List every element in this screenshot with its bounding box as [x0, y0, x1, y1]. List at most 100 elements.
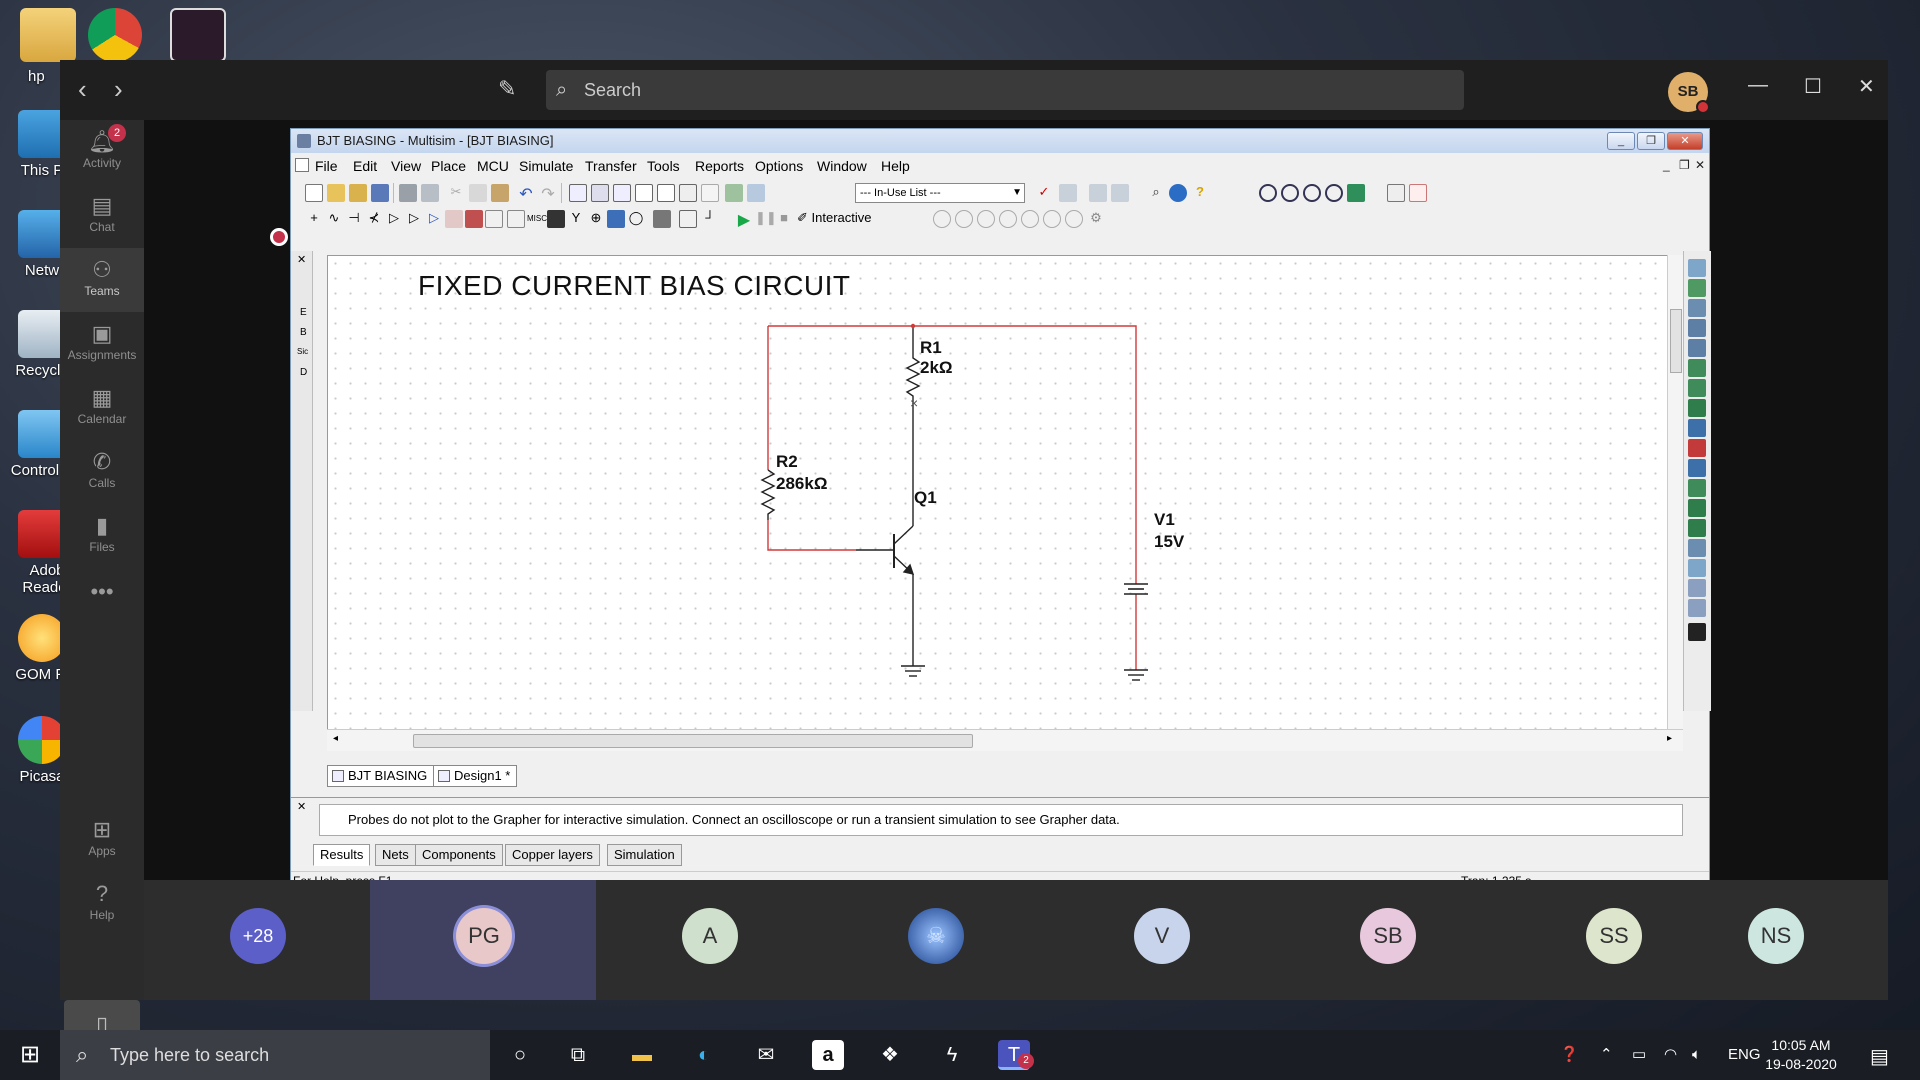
component-wizard-icon[interactable]	[747, 184, 765, 202]
logic-analyzer-icon[interactable]	[1688, 419, 1706, 437]
menu-tools[interactable]: Tools	[647, 158, 680, 174]
menu-mcu[interactable]: MCU	[477, 158, 509, 174]
layout-icon-2[interactable]	[1409, 184, 1427, 202]
ttl-icon[interactable]: ▷	[405, 210, 423, 228]
interactive-mode-button[interactable]: ✐ Interactive	[797, 210, 872, 226]
edge-icon[interactable]: ◐	[688, 1040, 720, 1070]
agilent-oscilloscope-icon[interactable]	[1688, 579, 1706, 597]
settings-gear-icon[interactable]: ⚙	[1087, 210, 1105, 228]
folder-icon[interactable]	[20, 8, 76, 62]
wifi-icon[interactable]: ◠	[1664, 1030, 1677, 1080]
analog-icon[interactable]: ▷	[385, 210, 403, 228]
bus-icon[interactable]	[679, 210, 697, 228]
user-avatar[interactable]: SB	[1668, 72, 1710, 114]
cmos-icon[interactable]: ▷	[425, 210, 443, 228]
menu-place[interactable]: Place	[431, 158, 466, 174]
tab-nets[interactable]: Nets	[375, 844, 416, 866]
stop-simulation-icon[interactable]: ■	[775, 210, 793, 228]
electromechanical-icon[interactable]: ⊕	[587, 210, 605, 228]
basic-icon[interactable]: ∿	[325, 210, 343, 228]
notifications-icon[interactable]: ▤	[1870, 1044, 1889, 1069]
menu-transfer[interactable]: Transfer	[585, 158, 637, 174]
menu-reports[interactable]: Reports	[695, 158, 744, 174]
power-component-icon[interactable]	[507, 210, 525, 228]
oscilloscope-icon[interactable]	[1688, 319, 1706, 337]
teams-taskbar-icon[interactable]: T 2	[998, 1040, 1034, 1070]
instrument-icon-5[interactable]	[1021, 210, 1039, 228]
menu-view[interactable]: View	[391, 158, 421, 174]
education-icon[interactable]	[1169, 184, 1187, 202]
network-analyzer-icon[interactable]	[1688, 519, 1706, 537]
rail-item-calls[interactable]: ✆ Calls	[60, 440, 144, 504]
function-generator-icon[interactable]	[1688, 279, 1706, 297]
zoom-out-icon[interactable]	[1281, 184, 1299, 202]
redo-icon[interactable]: ↷	[539, 184, 557, 203]
menu-help[interactable]: Help	[881, 158, 910, 174]
print-icon[interactable]	[399, 184, 417, 202]
help-tray-icon[interactable]: ❓	[1560, 1030, 1579, 1080]
paste-icon[interactable]	[491, 184, 509, 202]
transfer-icon-2[interactable]	[1089, 184, 1107, 202]
participant-tile[interactable]: ☠	[822, 880, 1048, 1000]
print-preview-icon[interactable]	[421, 184, 439, 202]
transfer-icon-1[interactable]	[1059, 184, 1077, 202]
postprocessor-icon[interactable]	[701, 184, 719, 202]
mcu-icon[interactable]	[607, 210, 625, 228]
grapher-icon[interactable]	[657, 184, 675, 202]
rail-item-assignments[interactable]: ▣ Assignments	[60, 312, 144, 376]
misc-icon[interactable]: MISC	[527, 210, 547, 228]
participant-tile[interactable]: SB	[1274, 880, 1500, 1000]
rail-item-apps[interactable]: ⊞ Apps	[60, 808, 144, 872]
compose-icon[interactable]: ✎	[498, 76, 516, 102]
rail-item-chat[interactable]: ▤ Chat	[60, 184, 144, 248]
in-use-list-dropdown[interactable]: --- In-Use List --- ▼	[855, 183, 1025, 203]
rail-item-calendar[interactable]: ▦ Calendar	[60, 376, 144, 440]
participant-tile[interactable]: PG	[370, 880, 596, 1000]
open-samples-icon[interactable]	[349, 184, 367, 202]
logic-converter-icon[interactable]	[1688, 439, 1706, 457]
taskbar-search-input[interactable]: ⌕ Type here to search	[60, 1030, 490, 1080]
undo-icon[interactable]: ↶	[517, 184, 535, 203]
instrument-icon-1[interactable]	[933, 210, 951, 228]
advanced-peripherals-icon[interactable]	[547, 210, 565, 228]
instrument-icon-7[interactable]	[1065, 210, 1083, 228]
tab-bjt-biasing[interactable]: BJT BIASING	[327, 765, 435, 787]
labview-instrument-icon[interactable]	[1688, 623, 1706, 641]
tektronix-oscilloscope-icon[interactable]	[1688, 599, 1706, 617]
rail-item-teams[interactable]: ⚇ Teams	[60, 248, 144, 312]
battery-icon[interactable]: ▭	[1632, 1030, 1646, 1080]
tab-components[interactable]: Components	[415, 844, 503, 866]
minimize-icon[interactable]: _	[1607, 132, 1635, 150]
copy-icon[interactable]	[469, 184, 487, 202]
windows-start-icon[interactable]: ⊞	[0, 1030, 60, 1080]
vertical-scroll-thumb[interactable]	[1670, 309, 1682, 373]
transfer-icon-3[interactable]	[1111, 184, 1129, 202]
mdi-minimize-icon[interactable]: _	[1663, 158, 1670, 172]
four-channel-oscilloscope-icon[interactable]	[1688, 339, 1706, 357]
participant-tile[interactable]: V	[1048, 880, 1274, 1000]
scroll-left-arrow-icon[interactable]: ◂	[333, 733, 338, 744]
zoom-area-icon[interactable]	[1303, 184, 1321, 202]
menu-edit[interactable]: Edit	[353, 158, 377, 174]
tab-simulation[interactable]: Simulation	[607, 844, 682, 866]
participant-tile[interactable]: A	[596, 880, 822, 1000]
save-icon[interactable]	[371, 184, 389, 202]
forward-arrow-icon[interactable]: ›	[114, 74, 123, 105]
chrome-icon[interactable]	[88, 8, 142, 62]
spreadsheet-icon[interactable]	[679, 184, 697, 202]
menu-simulate[interactable]: Simulate	[519, 158, 573, 174]
instrument-icon-6[interactable]	[1043, 210, 1061, 228]
mdi-restore-icon[interactable]: ❐	[1679, 158, 1690, 172]
diode-icon[interactable]: ⊣	[345, 210, 363, 228]
volume-icon[interactable]: 🔈︎	[1692, 1030, 1701, 1080]
rf-icon[interactable]: Y	[567, 210, 585, 228]
probe-icon[interactable]: ┘	[701, 210, 719, 228]
find-icon[interactable]: ⌕	[1147, 184, 1165, 202]
amazon-icon[interactable]: a	[812, 1040, 844, 1070]
close-icon[interactable]: ✕	[297, 800, 306, 813]
zoom-in-icon[interactable]	[1259, 184, 1277, 202]
open-folder-icon[interactable]	[327, 184, 345, 202]
mdi-close-icon[interactable]: ✕	[1695, 158, 1705, 172]
indicator-icon[interactable]	[485, 210, 503, 228]
app-shortcut-icon[interactable]	[170, 8, 226, 62]
